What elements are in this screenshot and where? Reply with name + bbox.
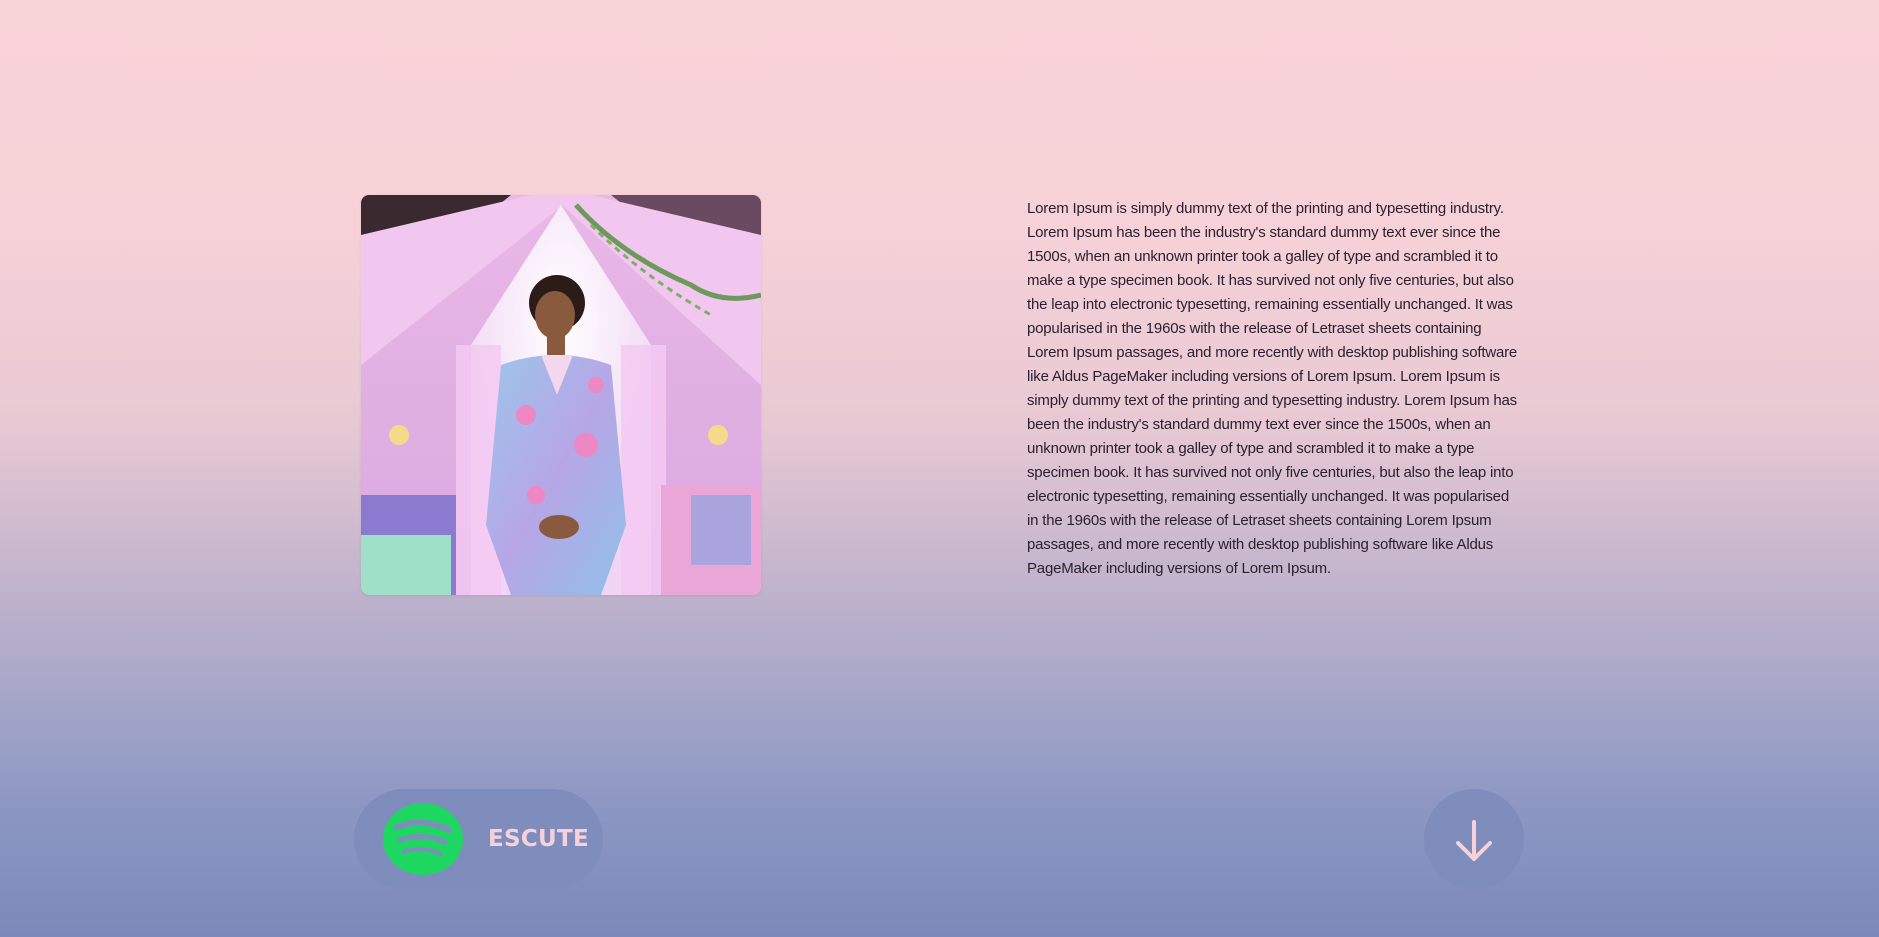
hero-photo xyxy=(361,195,761,595)
listen-label: ESCUTE xyxy=(488,826,590,852)
body-text: Lorem Ipsum is simply dummy text of the … xyxy=(1027,200,1518,577)
spotify-icon xyxy=(383,803,463,875)
hero-photo-illustration xyxy=(361,195,761,595)
arrow-down-icon xyxy=(1456,820,1492,861)
scroll-down-button[interactable] xyxy=(1424,789,1524,889)
spotify-listen-button[interactable]: ESCUTE xyxy=(354,789,603,889)
